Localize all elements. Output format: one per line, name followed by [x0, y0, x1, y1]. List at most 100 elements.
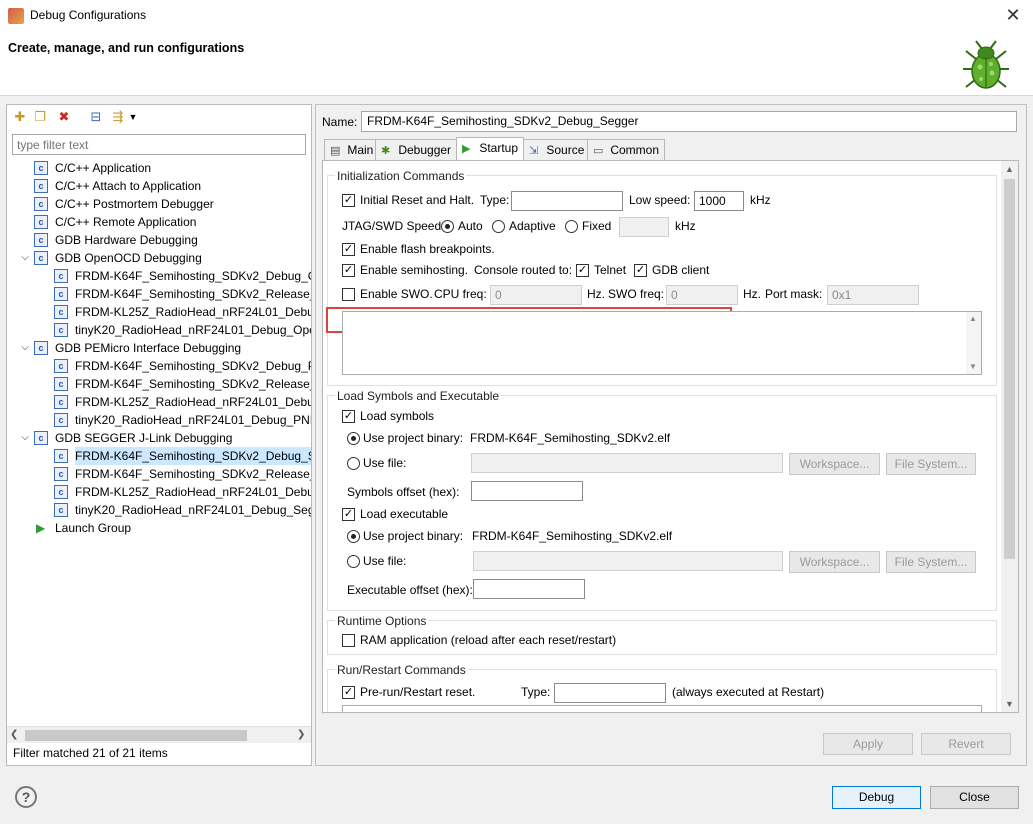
symbols-workspace-button[interactable]: Workspace... [789, 453, 880, 475]
telnet-checkbox[interactable]: ✓ [576, 264, 589, 277]
expand-chevron-icon[interactable]: ⌵ [19, 249, 31, 267]
tab-startup-label: Startup [479, 141, 519, 155]
speed-auto-radio[interactable] [441, 220, 454, 233]
tree-category[interactable]: ⌵ c GDB SEGGER J-Link Debugging [17, 429, 311, 447]
load-symbols-group [327, 395, 997, 611]
pre-run-type-label: Type: [521, 685, 551, 699]
tree-category[interactable]: ⌵ c GDB OpenOCD Debugging [17, 249, 311, 267]
tree-config-item[interactable]: c FRDM-K64F_Semihosting_SDKv2_Debug_Seg [37, 447, 311, 465]
symbols-offset-label: Symbols offset (hex): [347, 485, 460, 499]
filter-input[interactable] [12, 134, 306, 155]
apply-button[interactable]: Apply [823, 733, 913, 755]
c-config-icon: c [54, 287, 68, 301]
tree-config-item[interactable]: c tinyK20_RadioHead_nRF24L01_Debug_Segge [37, 501, 311, 519]
help-icon[interactable]: ? [15, 786, 37, 808]
swo-freq-unit: Hz. [743, 287, 761, 301]
symbols-filesystem-button[interactable]: File System... [886, 453, 976, 475]
low-speed-input[interactable]: 1000 [694, 191, 744, 211]
flash-breakpoints-checkbox[interactable]: ✓ [342, 243, 355, 256]
tree-category[interactable]: ▶ Launch Group [17, 519, 311, 537]
config-name-field[interactable]: FRDM-K64F_Semihosting_SDKv2_Debug_Segger [361, 111, 1017, 132]
exec-offset-input[interactable] [473, 579, 585, 599]
load-executable-label: Load executable [360, 507, 449, 521]
scroll-left-icon[interactable]: ❮ [10, 729, 18, 740]
port-mask-input[interactable]: 0x1 [827, 285, 919, 305]
semihosting-checkbox[interactable]: ✓ [342, 264, 355, 277]
scroll-thumb[interactable] [25, 730, 247, 741]
initial-reset-checkbox[interactable]: ✓ [342, 194, 355, 207]
speed-fixed-radio[interactable] [565, 220, 578, 233]
fixed-speed-input[interactable] [619, 217, 669, 237]
tree-config-item[interactable]: c tinyK20_RadioHead_nRF24L01_Debug_PNE [37, 411, 311, 429]
duplicate-icon[interactable]: ❐ [31, 108, 49, 126]
tab-startup[interactable]: ▶ Startup [456, 137, 525, 160]
content-scroll-thumb[interactable] [1004, 179, 1015, 559]
content-vertical-scrollbar[interactable]: ▲ ▼ [1001, 161, 1018, 712]
delete-icon[interactable]: ✖ [55, 108, 73, 126]
exec-project-binary-radio[interactable] [347, 530, 360, 543]
tree-config-item[interactable]: c tinyK20_RadioHead_nRF24L01_Debug_Open [37, 321, 311, 339]
scroll-up-icon[interactable]: ▲ [1001, 161, 1018, 177]
tree-config-item[interactable]: c FRDM-KL25Z_RadioHead_nRF24L01_Debug_ [37, 303, 311, 321]
close-window-icon[interactable]: ✕ [1000, 4, 1026, 26]
exec-filesystem-button[interactable]: File System... [886, 551, 976, 573]
tree-config-item[interactable]: c FRDM-K64F_Semihosting_SDKv2_Release_Op [37, 285, 311, 303]
tree-category[interactable]: c GDB Hardware Debugging [17, 231, 311, 249]
filter-icon[interactable]: ⇶ [109, 108, 127, 126]
speed-adaptive-radio[interactable] [492, 220, 505, 233]
tab-source[interactable]: ⇲ Source [523, 139, 591, 160]
exec-use-file-radio[interactable] [347, 555, 360, 568]
tree-category[interactable]: c C/C++ Postmortem Debugger [17, 195, 311, 213]
swo-freq-input[interactable]: 0 [666, 285, 738, 305]
run-commands-textarea[interactable] [342, 705, 982, 712]
gdb-client-checkbox[interactable]: ✓ [634, 264, 647, 277]
load-executable-checkbox[interactable]: ✓ [342, 508, 355, 521]
tree-horizontal-scrollbar[interactable]: ❮ ❯ [7, 726, 311, 743]
swo-checkbox[interactable] [342, 288, 355, 301]
collapse-all-icon[interactable]: ⊟ [87, 108, 105, 126]
revert-button[interactable]: Revert [921, 733, 1011, 755]
tab-main-label: Main [347, 143, 374, 157]
dropdown-icon[interactable]: ▼ [127, 108, 139, 126]
speed-auto-label: Auto [458, 219, 483, 233]
tree-item-label: Launch Group [55, 521, 132, 535]
tree-category[interactable]: ⌵ c GDB PEMicro Interface Debugging [17, 339, 311, 357]
symbols-use-file-radio[interactable] [347, 457, 360, 470]
tree-category[interactable]: c C/C++ Application [17, 159, 311, 177]
new-config-icon[interactable]: ✚ [11, 108, 29, 126]
exec-workspace-button[interactable]: Workspace... [789, 551, 880, 573]
textarea-scroll-up-icon[interactable]: ▲ [969, 314, 977, 323]
tree-config-item[interactable]: c FRDM-K64F_Semihosting_SDKv2_Release_PN [37, 375, 311, 393]
expand-chevron-icon[interactable]: ⌵ [19, 429, 31, 447]
load-symbols-checkbox[interactable]: ✓ [342, 410, 355, 423]
tab-debugger[interactable]: ✱ Debugger [375, 139, 458, 160]
textarea-scroll-down-icon[interactable]: ▼ [969, 362, 977, 371]
symbols-offset-input[interactable] [471, 481, 583, 501]
tab-main[interactable]: ▤ Main [324, 139, 380, 160]
cpu-freq-label: CPU freq: [434, 287, 487, 301]
tree-category[interactable]: c C/C++ Remote Application [17, 213, 311, 231]
exec-file-input[interactable] [473, 551, 783, 571]
init-commands-textarea[interactable]: ▲ ▼ [342, 311, 982, 375]
tab-common[interactable]: ▭ Common [587, 139, 666, 160]
symbols-file-input[interactable] [471, 453, 783, 473]
debug-button[interactable]: Debug [832, 786, 921, 809]
cpu-freq-input[interactable]: 0 [490, 285, 582, 305]
tree-config-item[interactable]: c FRDM-K64F_Semihosting_SDKv2_Debug_PN [37, 357, 311, 375]
tree-config-item[interactable]: c FRDM-KL25Z_RadioHead_nRF24L01_Debug_ [37, 393, 311, 411]
scroll-right-icon[interactable]: ❯ [297, 729, 305, 740]
scroll-down-icon[interactable]: ▼ [1001, 696, 1018, 712]
tree-config-item[interactable]: c FRDM-KL25Z_RadioHead_nRF24L01_Debug_ [37, 483, 311, 501]
symbols-project-binary-radio[interactable] [347, 432, 360, 445]
tree-config-item[interactable]: c FRDM-K64F_Semihosting_SDKv2_Debug_Op [37, 267, 311, 285]
pre-run-reset-checkbox[interactable]: ✓ [342, 686, 355, 699]
textarea-scrollbar[interactable]: ▲ ▼ [966, 312, 981, 374]
pre-run-type-input[interactable] [554, 683, 666, 703]
launch-group-icon: ▶ [36, 521, 46, 535]
reset-type-input[interactable] [511, 191, 623, 211]
close-button[interactable]: Close [930, 786, 1019, 809]
ram-app-checkbox[interactable] [342, 634, 355, 647]
expand-chevron-icon[interactable]: ⌵ [19, 339, 31, 357]
tree-category[interactable]: c C/C++ Attach to Application [17, 177, 311, 195]
tree-config-item[interactable]: c FRDM-K64F_Semihosting_SDKv2_Release_Se [37, 465, 311, 483]
